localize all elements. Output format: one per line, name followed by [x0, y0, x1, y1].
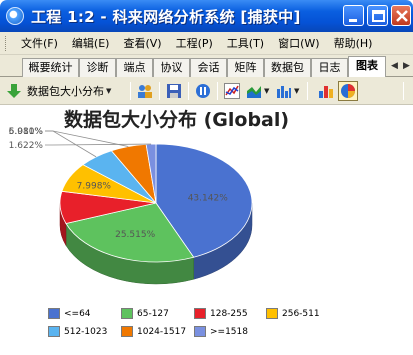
legend-item: >=1518 [194, 326, 248, 337]
save-icon [167, 84, 181, 98]
menu-tools[interactable]: 工具(T) [220, 35, 271, 51]
legend-item: <=64 [48, 308, 91, 319]
tab-matrix[interactable]: 矩阵 [227, 58, 264, 77]
tab-scroll-left-icon[interactable]: ◀ [391, 61, 398, 71]
legend-swatch [194, 326, 206, 337]
legend-label: 1024-1517 [137, 326, 187, 337]
area-chart-icon [247, 86, 261, 98]
window-title-bar[interactable]: 工程 1:2 - 科来网络分析系统 [捕获中] [0, 0, 413, 32]
menu-edit[interactable]: 编辑(E) [65, 35, 117, 51]
menu-bar: 文件(F) 编辑(E) 查看(V) 工程(P) 工具(T) 窗口(W) 帮助(H… [0, 32, 413, 55]
legend-item: 65-127 [121, 308, 169, 319]
app-icon [6, 7, 24, 25]
pie-value-label-5: 5.981% [9, 127, 44, 137]
pie-label-leader-6 [45, 143, 152, 146]
tab-endpoints[interactable]: 端点 [116, 58, 153, 77]
column-chart-icon [319, 86, 333, 98]
legend-item: 256-511 [266, 308, 320, 319]
tab-charts[interactable]: 图表 [348, 56, 386, 77]
restore-button[interactable] [367, 5, 388, 26]
legend-swatch [48, 326, 60, 337]
pie-chart-button[interactable] [338, 81, 358, 101]
legend-item: 128-255 [194, 308, 248, 319]
legend-label: 512-1023 [64, 326, 108, 337]
pause-button[interactable] [195, 81, 211, 101]
save-button[interactable] [166, 81, 182, 101]
pie-value-label-6: 1.622% [9, 141, 44, 151]
line-chart-button[interactable] [224, 81, 240, 101]
legend-label: 256-511 [282, 308, 320, 319]
legend-swatch [121, 326, 133, 337]
tab-sessions[interactable]: 会话 [190, 58, 227, 77]
toolbar-separator [217, 82, 218, 100]
toolbar-separator [307, 82, 308, 100]
legend-label: 65-127 [137, 308, 169, 319]
legend-swatch [121, 308, 133, 319]
area-chart-dropdown[interactable]: ▼ [246, 81, 269, 101]
toolbar-separator [403, 82, 404, 100]
chart-type-label: 数据包大小分布 [27, 85, 104, 98]
toolbar-separator [188, 82, 189, 100]
view-tab-bar: 概要统计 诊断 端点 协议 会话 矩阵 数据包 日志 图表 ◀ ▶ [0, 55, 413, 77]
legend-swatch [48, 308, 60, 319]
chart-panel: 数据包大小分布 (Global) 43.142% 25.515% 7.998% 6.0… [0, 105, 413, 355]
tab-packets[interactable]: 数据包 [264, 58, 311, 77]
toolbar-separator [130, 82, 131, 100]
legend-label: >=1518 [210, 326, 248, 337]
legend-swatch [266, 308, 278, 319]
bar-chart-dropdown[interactable]: ▼ [276, 81, 299, 101]
legend-swatch [194, 308, 206, 319]
pie-chart-icon [341, 84, 355, 98]
download-arrow-icon [7, 84, 21, 98]
legend-label: <=64 [64, 308, 91, 319]
minimize-button[interactable] [343, 5, 364, 26]
chevron-down-icon: ▼ [294, 87, 300, 95]
menu-window[interactable]: 窗口(W) [271, 35, 326, 51]
bar-chart-icon [277, 86, 291, 98]
chevron-down-icon: ▼ [264, 87, 270, 95]
pie-value-label-3: 7.998% [77, 181, 112, 191]
window-title: 工程 1:2 - 科来网络分析系统 [捕获中] [31, 7, 301, 26]
tab-diagnosis[interactable]: 诊断 [79, 58, 116, 77]
close-button[interactable] [391, 5, 411, 26]
legend-item: 512-1023 [48, 326, 107, 337]
legend-item: 1024-1517 [121, 326, 186, 337]
menu-file[interactable]: 文件(F) [14, 35, 65, 51]
pause-icon [196, 84, 210, 98]
toolbar-separator [159, 82, 160, 100]
chevron-down-icon: ▼ [106, 87, 112, 95]
people-icon [138, 85, 152, 98]
pie-value-label-0: 43.142% [188, 193, 228, 203]
people-button[interactable] [137, 81, 153, 101]
menu-view[interactable]: 查看(V) [116, 35, 168, 51]
tab-summary[interactable]: 概要统计 [22, 58, 79, 77]
menu-grip [5, 35, 8, 51]
tab-scroll-right-icon[interactable]: ▶ [403, 61, 410, 71]
line-chart-icon [224, 83, 240, 99]
chart-type-dropdown[interactable]: 数据包大小分布 ▼ [6, 81, 111, 101]
chart-toolbar: 数据包大小分布 ▼ ▼ ▼ [0, 77, 413, 105]
menu-help[interactable]: 帮助(H) [327, 35, 380, 51]
column-chart-button[interactable] [318, 81, 334, 101]
tab-log[interactable]: 日志 [311, 58, 348, 77]
legend-label: 128-255 [210, 308, 248, 319]
pie-value-label-1: 25.515% [115, 230, 155, 240]
menu-project[interactable]: 工程(P) [169, 35, 220, 51]
tab-protocols[interactable]: 协议 [153, 58, 190, 77]
